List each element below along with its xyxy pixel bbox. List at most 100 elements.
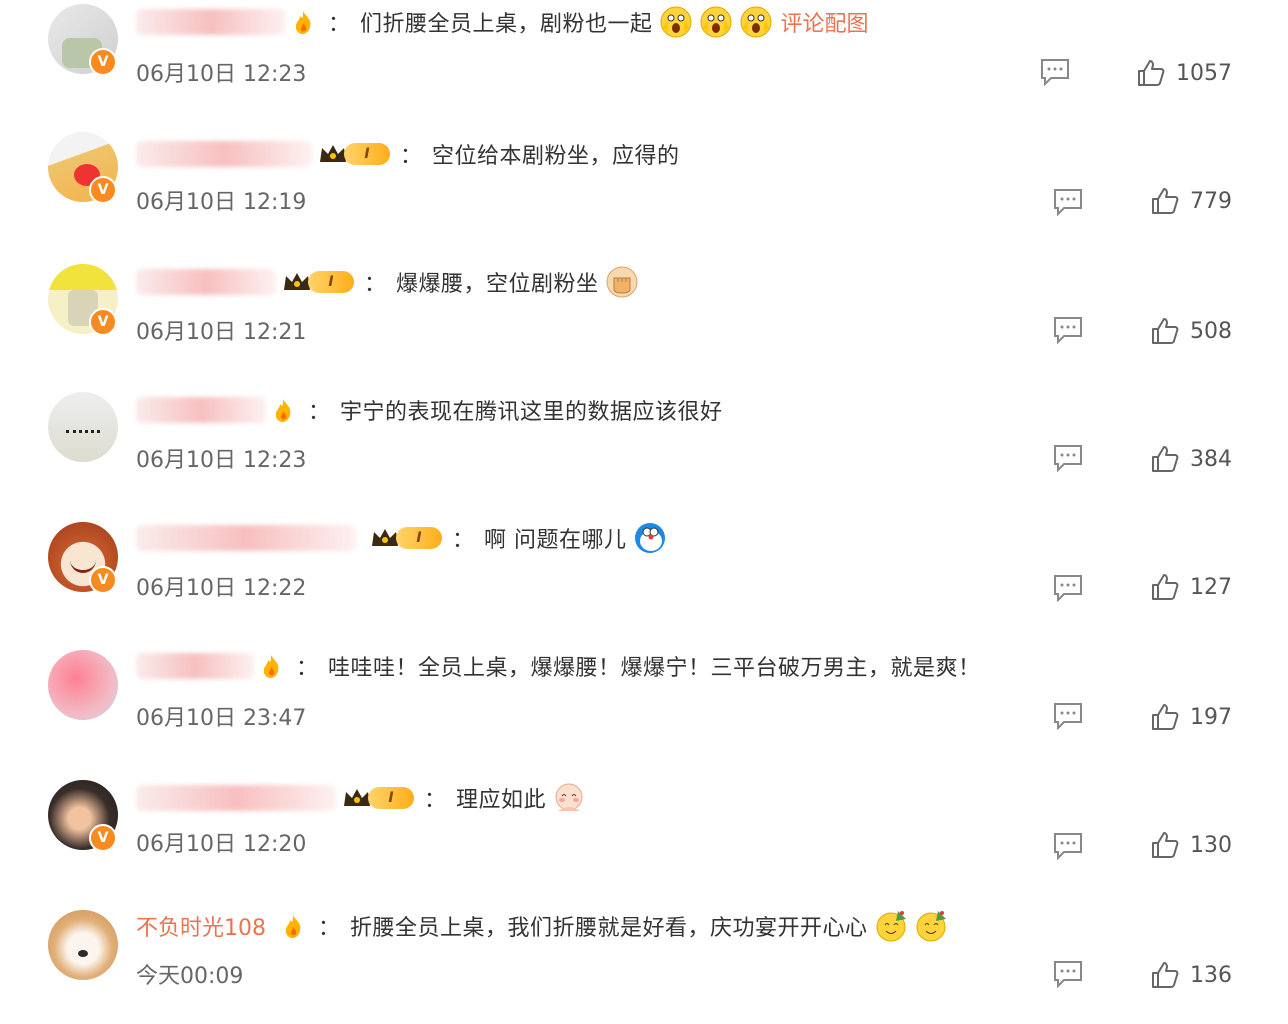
thumbs-up-icon	[1152, 446, 1179, 472]
comment-bubble-icon[interactable]	[1053, 316, 1083, 344]
like-button[interactable]: 1057	[1136, 58, 1232, 88]
like-count: 197	[1190, 704, 1232, 730]
avatar[interactable]	[48, 392, 118, 462]
doraemon-emoji-icon	[634, 523, 665, 553]
username-blurred[interactable]	[136, 269, 276, 295]
separator: ：	[318, 916, 341, 941]
separator: ：	[328, 12, 351, 37]
comment-time: 06月10日 12:22	[136, 576, 307, 601]
comment-text: 折腰全员上桌，我们折腰就是好看，庆功宴开开心心	[350, 916, 868, 941]
comment-bubble-icon[interactable]	[1053, 960, 1083, 988]
flame-icon	[263, 655, 279, 678]
comment-time: 今天00:09	[136, 964, 244, 989]
separator: ：	[400, 144, 423, 169]
flame-icon	[285, 915, 301, 938]
comment-bubble-icon[interactable]	[1053, 832, 1083, 860]
like-count: 130	[1190, 832, 1232, 858]
verified-badge: V	[89, 48, 117, 76]
comment-image-link[interactable]: 评论配图	[781, 6, 869, 38]
party-emoji-icon	[916, 911, 946, 942]
avatar[interactable]	[48, 910, 118, 980]
avatar[interactable]	[48, 650, 118, 720]
comment-item: V I ： 空位给本剧粉坐，应得的 06月10日 12:19 779	[0, 128, 1288, 256]
crown-badge-icon: I	[282, 270, 354, 294]
comment-time: 06月10日 12:23	[136, 62, 307, 87]
comment-item: V I ： 理应如此 06月10日 12:20 130	[0, 768, 1288, 896]
like-button[interactable]: 130	[1150, 830, 1232, 860]
verified-badge: V	[89, 824, 117, 852]
shy-emoji-icon	[555, 783, 583, 811]
avatar[interactable]: V	[48, 4, 118, 76]
like-button[interactable]: 127	[1150, 572, 1232, 602]
separator: ：	[452, 528, 475, 553]
thumbs-up-icon	[1152, 318, 1179, 344]
comment-bubble-icon[interactable]	[1040, 58, 1070, 86]
like-button[interactable]: 384	[1150, 444, 1232, 474]
comment-time: 06月10日 23:47	[136, 706, 307, 731]
scream-emoji-icon	[660, 6, 692, 38]
party-emoji-icon	[876, 911, 906, 942]
fist-emoji-icon	[606, 266, 638, 298]
comment-bubble-icon[interactable]	[1053, 702, 1083, 730]
comment-item: V I ： 爆爆腰，空位剧粉坐 06月10日 12:21 508	[0, 256, 1288, 384]
separator: ：	[424, 788, 447, 813]
thumbs-up-icon	[1138, 60, 1165, 86]
thumbs-up-icon	[1152, 962, 1179, 988]
comment-text: 爆爆腰，空位剧粉坐	[396, 272, 599, 297]
flame-icon	[275, 399, 291, 422]
scream-emoji-icon	[740, 6, 772, 38]
thumbs-up-icon	[1152, 704, 1179, 730]
comment-bubble-icon[interactable]	[1053, 444, 1083, 472]
like-button[interactable]: 779	[1150, 186, 1232, 216]
comment-time: 06月10日 12:23	[136, 448, 307, 473]
like-count: 1057	[1176, 60, 1232, 86]
username-blurred[interactable]	[136, 785, 336, 811]
like-count: 384	[1190, 446, 1232, 472]
like-button[interactable]: 136	[1150, 960, 1232, 990]
comment-item: ： 哇哇哇！全员上桌，爆爆腰！爆爆宁！三平台破万男主，就是爽！ 06月10日 2…	[0, 640, 1288, 768]
verified-badge: V	[89, 176, 117, 204]
like-count: 508	[1190, 318, 1232, 344]
thumbs-up-icon	[1152, 188, 1179, 214]
crown-badge-icon: I	[370, 526, 442, 550]
username-blurred[interactable]	[136, 9, 286, 35]
avatar[interactable]: V	[48, 132, 118, 204]
verified-badge: V	[89, 308, 117, 336]
verified-badge: V	[89, 566, 117, 594]
separator: ：	[308, 400, 331, 425]
comment-item: V I ： 啊 问题在哪儿 06月10日 12:22 127	[0, 512, 1288, 640]
comment-text: 宇宁的表现在腾讯这里的数据应该很好	[340, 400, 723, 425]
comment-text: 们折腰全员上桌，剧粉也一起	[360, 12, 653, 37]
like-button[interactable]: 197	[1150, 702, 1232, 732]
avatar[interactable]: V	[48, 264, 118, 336]
username[interactable]: 不负时光108	[136, 910, 266, 942]
comment-time: 06月10日 12:20	[136, 832, 307, 857]
crown-badge-icon: I	[318, 142, 390, 166]
like-count: 136	[1190, 962, 1232, 988]
flame-icon	[295, 11, 311, 34]
thumbs-up-icon	[1152, 832, 1179, 858]
comment-text: 空位给本剧粉坐，应得的	[432, 144, 680, 169]
comment-time: 06月10日 12:21	[136, 320, 307, 345]
comment-item: 不负时光108 ： 折腰全员上桌，我们折腰就是好看，庆功宴开开心心 今天00:0…	[0, 896, 1288, 1024]
avatar[interactable]: V	[48, 522, 118, 594]
avatar[interactable]: V	[48, 780, 118, 852]
scream-emoji-icon	[700, 6, 732, 38]
comment-text: 理应如此	[456, 788, 547, 813]
like-count: 127	[1190, 574, 1232, 600]
comment-item: V ： 们折腰全员上桌，剧粉也一起 评论配图 06月10日 12:23 1057	[0, 0, 1288, 128]
like-button[interactable]: 508	[1150, 316, 1232, 346]
username-blurred[interactable]	[136, 397, 266, 423]
like-count: 779	[1190, 188, 1232, 214]
username-blurred[interactable]	[136, 525, 356, 551]
crown-badge-icon: I	[342, 786, 414, 810]
comment-text: 啊 问题在哪儿	[484, 528, 627, 553]
comment-time: 06月10日 12:19	[136, 190, 307, 215]
separator: ：	[296, 656, 319, 681]
comment-bubble-icon[interactable]	[1053, 574, 1083, 602]
username-blurred[interactable]	[136, 141, 312, 167]
username-blurred[interactable]	[136, 653, 254, 679]
comment-text: 哇哇哇！全员上桌，爆爆腰！爆爆宁！三平台破万男主，就是爽！	[328, 656, 981, 681]
comment-bubble-icon[interactable]	[1053, 188, 1083, 216]
comment-item: ： 宇宁的表现在腾讯这里的数据应该很好 06月10日 12:23 384	[0, 384, 1288, 512]
